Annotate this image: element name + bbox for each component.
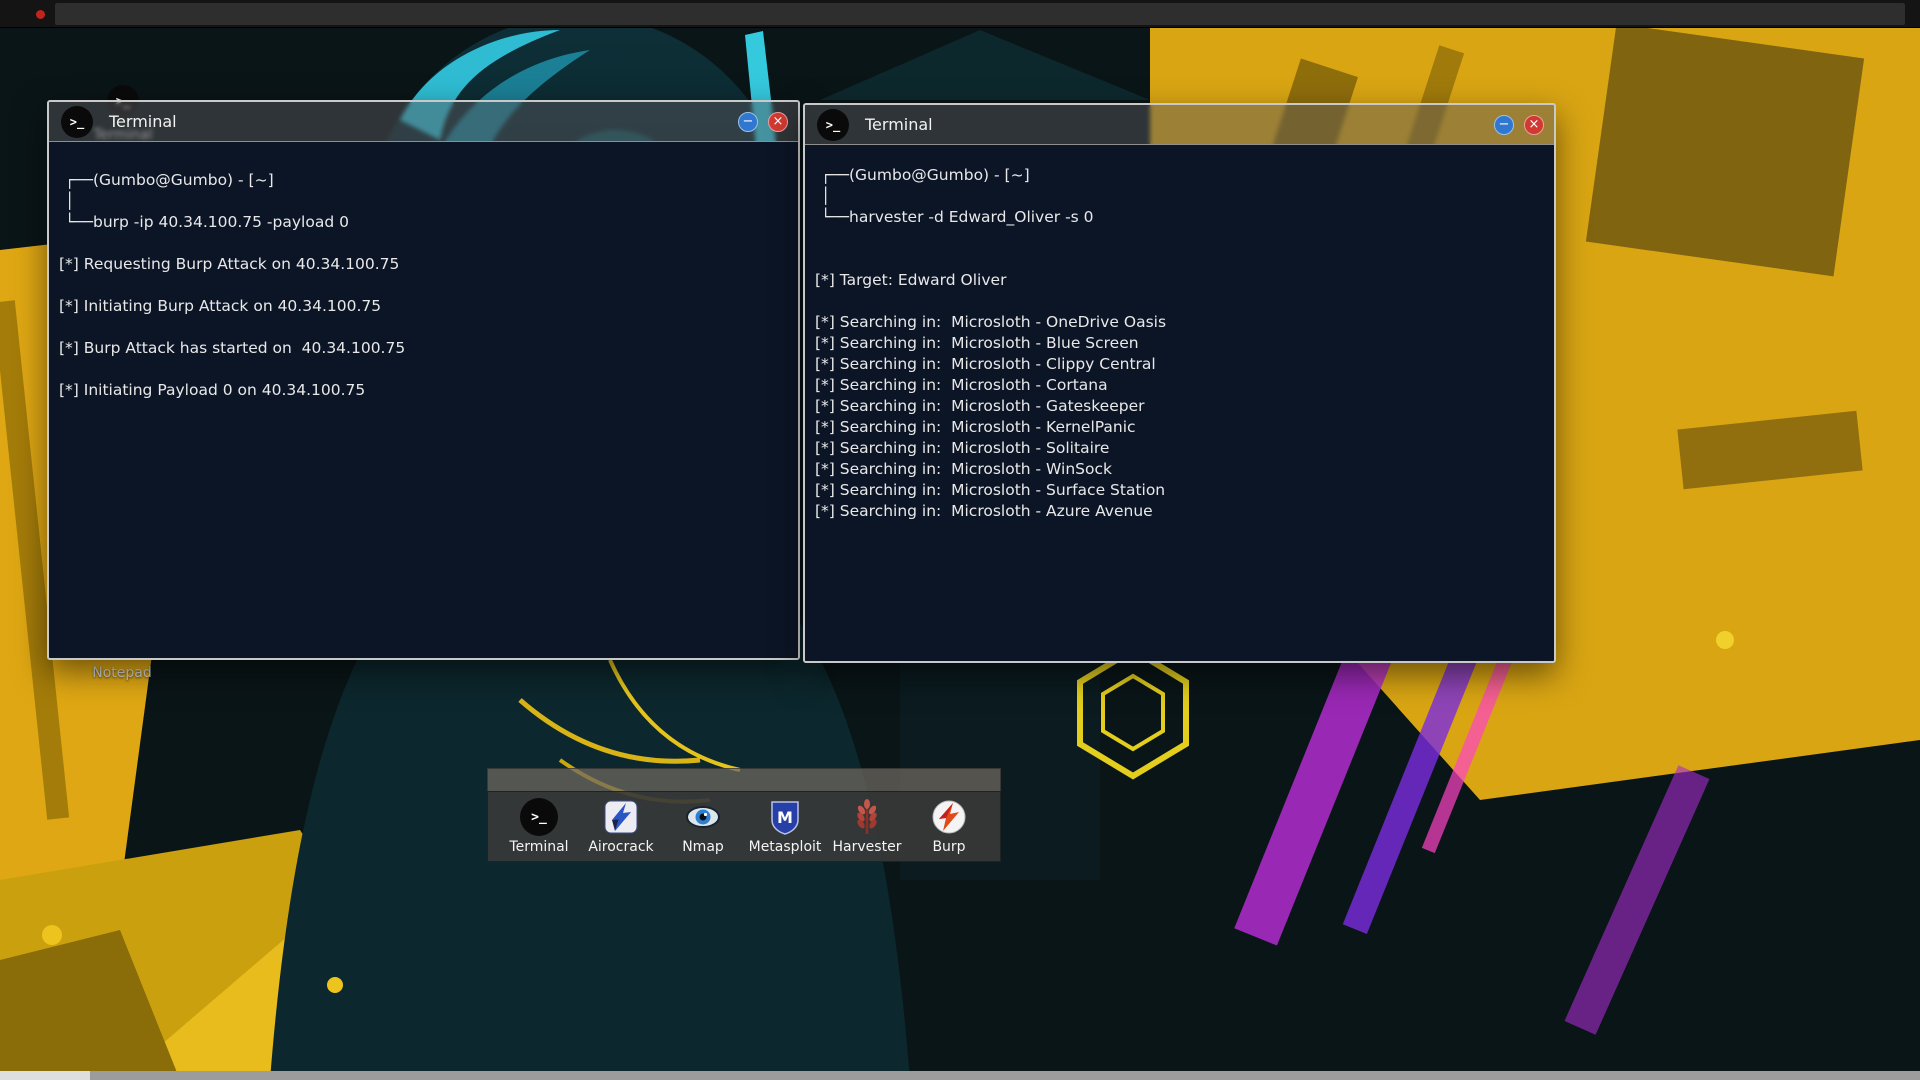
nmap-eye-icon [684, 798, 722, 836]
terminal-output-line: [*] Initiating Payload 0 on 40.34.100.75 [59, 380, 788, 401]
terminal-output-area[interactable]: ┌──(Gumbo@Gumbo) - [~] │ └──harvester -d… [805, 145, 1554, 661]
dock-item-label: Burp [932, 839, 965, 855]
prompt-line: │ [59, 191, 788, 212]
terminal-icon: >_ [817, 109, 849, 141]
minimize-button[interactable]: − [738, 112, 758, 132]
terminal-output-line: [*] Searching in: Microsloth - OneDrive … [815, 312, 1544, 333]
terminal-output-line: [*] Searching in: Microsloth - Solitaire [815, 438, 1544, 459]
prompt-line: ┌──(Gumbo@Gumbo) - [~] [815, 165, 1544, 186]
dock-item-burp[interactable]: Burp [908, 798, 990, 855]
terminal-output-line [815, 291, 1544, 312]
dock-body: >_ Terminal Airocrack [487, 791, 1001, 862]
harvester-wheat-icon [848, 798, 886, 836]
dock-shelf [487, 768, 1001, 791]
terminal-output-line: [*] Searching in: Microsloth - WinSock [815, 459, 1544, 480]
dock-item-label: Terminal [509, 839, 568, 855]
terminal-output-line: [*] Searching in: Microsloth - Gateskeep… [815, 396, 1544, 417]
dock-item-metasploit[interactable]: M Metasploit [744, 798, 826, 855]
terminal-output-line: [*] Searching in: Microsloth - Clippy Ce… [815, 354, 1544, 375]
burp-bolt-icon [930, 798, 968, 836]
terminal-output-line: [*] Initiating Burp Attack on 40.34.100.… [59, 296, 788, 317]
dock-item-label: Nmap [682, 839, 724, 855]
airocrack-icon [602, 798, 640, 836]
desktop-icon-label: Notepad [90, 665, 154, 681]
record-dot-icon [36, 10, 45, 19]
dock-item-label: Airocrack [588, 839, 653, 855]
terminal-output-line: [*] Searching in: Microsloth - Surface S… [815, 480, 1544, 501]
close-button[interactable]: × [1524, 115, 1544, 135]
terminal-output-line: [*] Searching in: Microsloth - Azure Ave… [815, 501, 1544, 522]
top-system-bar [0, 0, 1920, 28]
window-title: Terminal [109, 112, 177, 131]
dock-item-nmap[interactable]: Nmap [662, 798, 744, 855]
dock-item-label: Metasploit [749, 839, 822, 855]
dock-item-airocrack[interactable]: Airocrack [580, 798, 662, 855]
prompt-line: └──harvester -d Edward_Oliver -s 0 [815, 207, 1544, 228]
terminal-output-line: [*] Requesting Burp Attack on 40.34.100.… [59, 254, 788, 275]
window-titlebar[interactable]: >_ Terminal − × [805, 105, 1554, 145]
dock-item-label: Harvester [833, 839, 902, 855]
terminal-output-area[interactable]: ┌──(Gumbo@Gumbo) - [~] │ └──burp -ip 40.… [49, 142, 798, 658]
metasploit-shield-icon: M [766, 798, 804, 836]
window-titlebar[interactable]: >_ Terminal − × [49, 102, 798, 142]
terminal-icon: >_ [520, 798, 558, 836]
bottom-edge-bar [0, 1071, 1920, 1080]
terminal-icon: >_ [61, 106, 93, 138]
terminal-output-line: [*] Searching in: Microsloth - Cortana [815, 375, 1544, 396]
dock-item-terminal[interactable]: >_ Terminal [498, 798, 580, 855]
dock: >_ Terminal Airocrack [487, 768, 1001, 862]
terminal-output-line: [*] Target: Edward Oliver [815, 270, 1544, 291]
bottom-edge-start-segment [0, 1071, 90, 1080]
prompt-line: ┌──(Gumbo@Gumbo) - [~] [59, 170, 788, 191]
top-bar-inner-strip [55, 3, 1905, 25]
minimize-button[interactable]: − [1494, 115, 1514, 135]
dock-item-harvester[interactable]: Harvester [826, 798, 908, 855]
terminal-window-harvester: >_ Terminal − × ┌──(Gumbo@Gumbo) - [~] │… [803, 103, 1556, 663]
terminal-output-line: [*] Searching in: Microsloth - KernelPan… [815, 417, 1544, 438]
close-button[interactable]: × [768, 112, 788, 132]
svg-text:M: M [777, 808, 793, 827]
window-title: Terminal [865, 115, 933, 134]
prompt-line: │ [815, 186, 1544, 207]
terminal-window-burp: >_ Terminal − × ┌──(Gumbo@Gumbo) - [~] │… [47, 100, 800, 660]
terminal-output-line: [*] Searching in: Microsloth - Blue Scre… [815, 333, 1544, 354]
prompt-line: └──burp -ip 40.34.100.75 -payload 0 [59, 212, 788, 233]
terminal-output-line: [*] Burp Attack has started on 40.34.100… [59, 338, 788, 359]
